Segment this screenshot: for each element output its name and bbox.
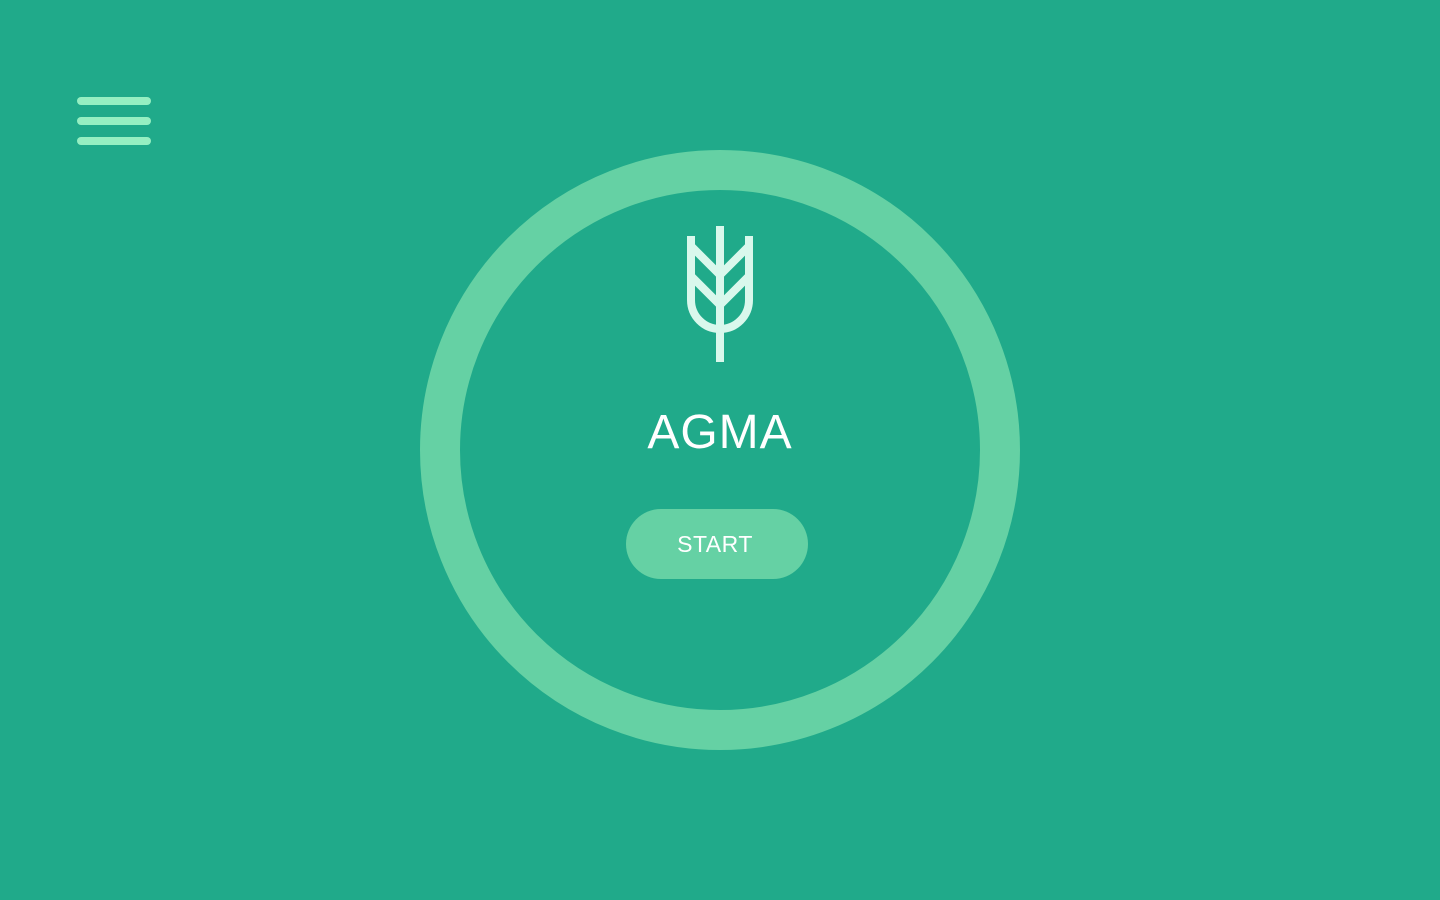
app-title: AGMA <box>647 406 793 459</box>
app-screen: AGMA START <box>0 0 1440 900</box>
menu-bar-middle <box>77 117 151 125</box>
hamburger-menu-icon[interactable] <box>77 96 152 148</box>
menu-bar-bottom <box>77 137 151 145</box>
start-button[interactable]: START <box>626 509 808 579</box>
menu-bar-top <box>77 97 151 105</box>
wheat-icon <box>687 226 753 362</box>
